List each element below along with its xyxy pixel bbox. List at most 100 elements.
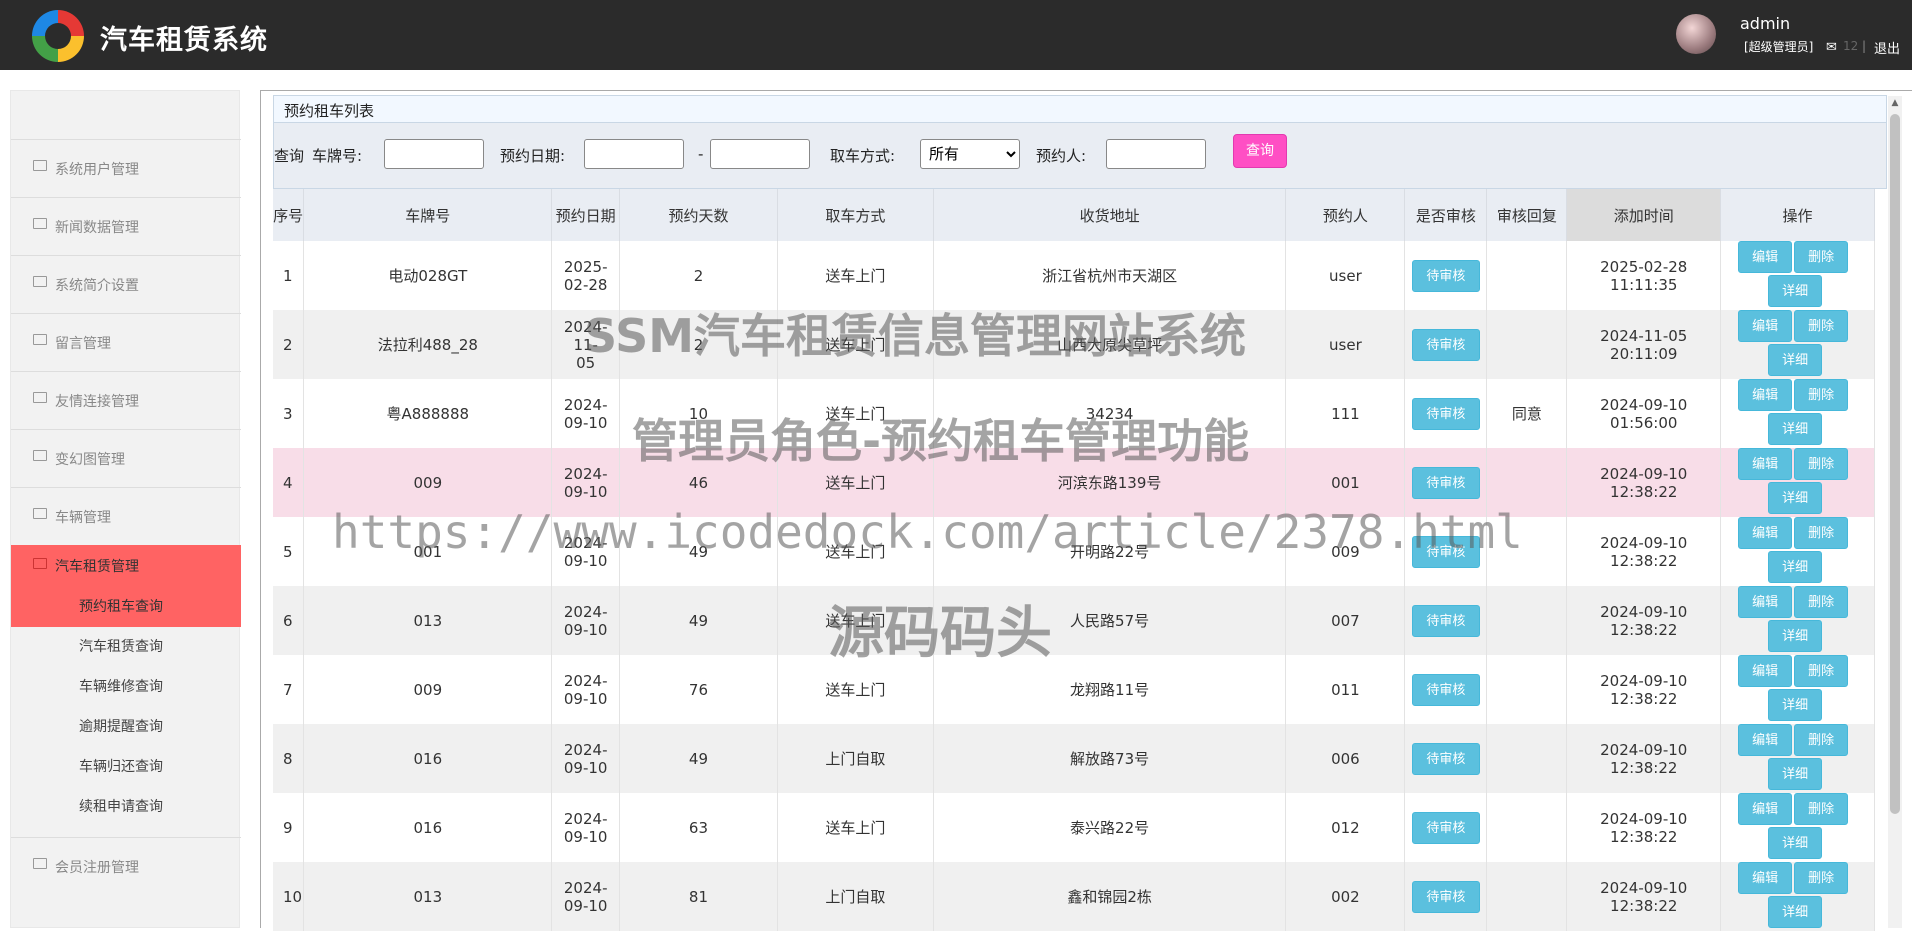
edit-button[interactable]: 编辑: [1738, 379, 1793, 411]
detail-button[interactable]: 详细: [1768, 413, 1823, 445]
cell-date: 2024- 09-10: [551, 517, 621, 586]
edit-button[interactable]: 编辑: [1738, 241, 1793, 273]
sidebar-item-label: 系统简介设置: [55, 277, 139, 294]
delete-button[interactable]: 删除: [1794, 586, 1849, 618]
sidebar-item-links[interactable]: 友情连接管理: [11, 371, 241, 429]
delete-button[interactable]: 删除: [1794, 448, 1849, 480]
sidebar-item-banner[interactable]: 变幻图管理: [11, 429, 241, 487]
pending-review-button[interactable]: 待审核: [1411, 259, 1480, 292]
delete-button[interactable]: 删除: [1794, 793, 1849, 825]
date-dash: -: [698, 145, 704, 163]
cell-status: 待审核: [1404, 517, 1488, 586]
detail-button[interactable]: 详细: [1768, 275, 1823, 307]
cell-date-line2: 09-10: [563, 482, 608, 501]
scroll-up-icon[interactable]: ▲: [1890, 98, 1900, 108]
detail-button[interactable]: 详细: [1768, 482, 1823, 514]
cell-index: 6: [273, 586, 305, 655]
cell-time: 2024-09-10 12:38:22: [1566, 586, 1722, 655]
delete-button[interactable]: 删除: [1794, 724, 1849, 756]
sub-item-reservations[interactable]: 预约租车查询: [11, 587, 241, 627]
pending-review-button[interactable]: 待审核: [1411, 742, 1480, 775]
person-label: 预约人:: [1036, 147, 1087, 165]
cell-address: 人民路57号: [933, 586, 1287, 655]
sub-item-returns[interactable]: 车辆归还查询: [11, 747, 241, 787]
pending-review-button[interactable]: 待审核: [1411, 397, 1480, 430]
cell-date: 2024- 09-10: [551, 862, 621, 931]
pending-review-button[interactable]: 待审核: [1411, 535, 1480, 568]
folder-icon: [33, 508, 47, 519]
sidebar-item-messages[interactable]: 留言管理: [11, 313, 241, 371]
delete-button[interactable]: 删除: [1794, 310, 1849, 342]
detail-button[interactable]: 详细: [1768, 827, 1823, 859]
col-header: 序号: [273, 189, 305, 241]
pending-review-button[interactable]: 待审核: [1411, 880, 1480, 913]
cell-date-line1: 2024-: [563, 878, 608, 897]
plate-input[interactable]: [384, 139, 484, 169]
cell-status: 待审核: [1404, 586, 1488, 655]
sidebar-item-news[interactable]: 新闻数据管理: [11, 197, 241, 255]
edit-button[interactable]: 编辑: [1738, 586, 1793, 618]
cell-date-line2: 09-10: [563, 896, 608, 915]
delete-button[interactable]: 删除: [1794, 379, 1849, 411]
detail-button[interactable]: 详细: [1768, 551, 1823, 583]
query-button[interactable]: 查询: [1233, 134, 1287, 168]
avatar[interactable]: [1676, 14, 1716, 54]
sidebar-item-users[interactable]: 系统用户管理: [11, 139, 241, 197]
pending-review-button[interactable]: 待审核: [1411, 673, 1480, 706]
delete-button[interactable]: 删除: [1794, 862, 1849, 894]
detail-button[interactable]: 详细: [1768, 620, 1823, 652]
date-to-input[interactable]: [710, 139, 810, 169]
col-header: 车牌号: [303, 189, 553, 241]
cell-time: 2024-09-10 01:56:00: [1566, 379, 1722, 448]
pending-review-button[interactable]: 待审核: [1411, 328, 1480, 361]
folder-icon: [33, 276, 47, 287]
edit-button[interactable]: 编辑: [1738, 310, 1793, 342]
detail-button[interactable]: 详细: [1768, 896, 1823, 928]
sub-item-rentals[interactable]: 汽车租赁查询: [11, 627, 241, 667]
delete-button[interactable]: 删除: [1794, 241, 1849, 273]
edit-button[interactable]: 编辑: [1738, 862, 1793, 894]
edit-button[interactable]: 编辑: [1738, 517, 1793, 549]
cell-person: user: [1285, 241, 1406, 310]
edit-button[interactable]: 编辑: [1738, 655, 1793, 687]
delete-button[interactable]: 删除: [1794, 655, 1849, 687]
cell-days: 81: [619, 862, 778, 931]
sub-item-renewals[interactable]: 续租申请查询: [11, 787, 241, 827]
pending-review-button[interactable]: 待审核: [1411, 466, 1480, 499]
delete-button[interactable]: 删除: [1794, 517, 1849, 549]
sidebar-item-rental[interactable]: 汽车租赁管理: [11, 545, 241, 587]
pickup-select[interactable]: 所有: [920, 139, 1020, 169]
mail-icon[interactable]: ✉: [1826, 40, 1837, 55]
detail-button[interactable]: 详细: [1768, 344, 1823, 376]
cell-status: 待审核: [1404, 793, 1488, 862]
cell-reply: [1486, 310, 1568, 379]
cell-index: 9: [273, 793, 305, 862]
pending-review-button[interactable]: 待审核: [1411, 604, 1480, 637]
sidebar-item-members[interactable]: 会员注册管理: [11, 837, 241, 895]
sidebar-item-label: 会员注册管理: [55, 859, 139, 876]
scrollbar-thumb[interactable]: [1890, 114, 1900, 814]
detail-button[interactable]: 详细: [1768, 758, 1823, 790]
logout-link[interactable]: 退出: [1874, 38, 1900, 57]
edit-button[interactable]: 编辑: [1738, 724, 1793, 756]
folder-icon: [33, 160, 47, 171]
detail-button[interactable]: 详细: [1768, 689, 1823, 721]
pending-review-button[interactable]: 待审核: [1411, 811, 1480, 844]
message-count[interactable]: 12: [1843, 39, 1858, 53]
table-row: 6 013 2024- 09-10 49 送车上门 人民路57号 007 待审核 2024-09-…: [273, 586, 1875, 655]
person-input[interactable]: [1106, 139, 1206, 169]
cell-address: 龙翔路11号: [933, 655, 1287, 724]
date-from-input[interactable]: [584, 139, 684, 169]
sidebar-item-vehicles[interactable]: 车辆管理: [11, 487, 241, 545]
cell-pickup: 送车上门: [777, 241, 934, 310]
cell-date: 2024- 09-10: [551, 448, 621, 517]
cell-index: 8: [273, 724, 305, 793]
cell-person: 011: [1285, 655, 1406, 724]
sub-item-repairs[interactable]: 车辆维修查询: [11, 667, 241, 707]
cell-reply: [1486, 862, 1568, 931]
edit-button[interactable]: 编辑: [1738, 793, 1793, 825]
sub-item-overdue[interactable]: 逾期提醒查询: [11, 707, 241, 747]
edit-button[interactable]: 编辑: [1738, 448, 1793, 480]
col-header: 审核回复: [1486, 189, 1568, 241]
sidebar-item-intro[interactable]: 系统简介设置: [11, 255, 241, 313]
